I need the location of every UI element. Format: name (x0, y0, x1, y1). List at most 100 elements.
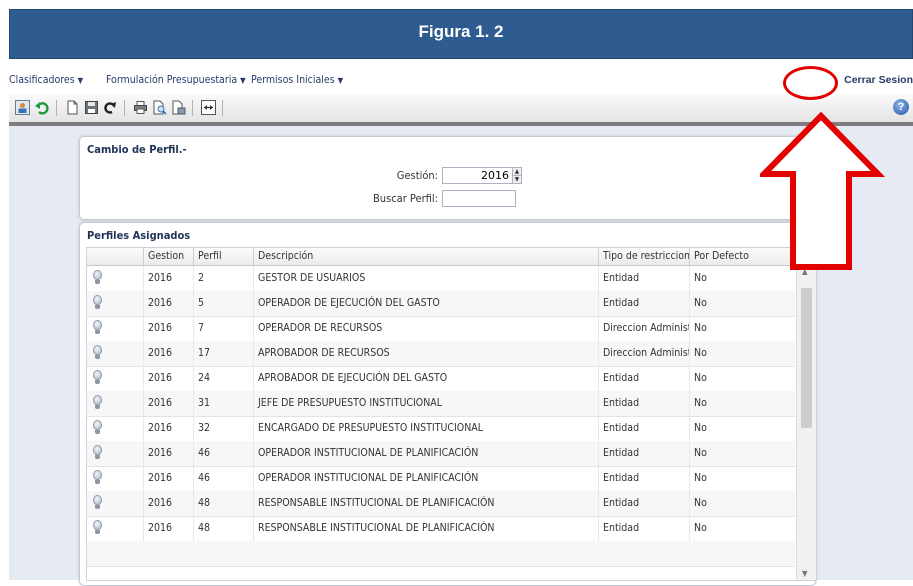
cell-descripcion: RESPONSABLE INSTITUCIONAL DE PLANIFICACI… (253, 516, 598, 541)
header-perfil[interactable]: Perfil (193, 248, 253, 265)
cell-tipo-restriccion: Direccion Administ... (598, 341, 689, 366)
table-row[interactable]: 2016 24 APROBADOR DE EJECUCIÓN DEL GASTO En… (87, 366, 795, 392)
export-icon[interactable] (171, 100, 186, 115)
cell-descripcion: RESPONSABLE INSTITUCIONAL DE PLANIFICACI… (253, 491, 598, 516)
user-profile-icon[interactable] (15, 100, 30, 115)
scroll-down-icon[interactable]: ▼ (802, 569, 808, 578)
cell-tipo-restriccion: Entidad (598, 441, 689, 466)
cell-descripcion: APROBADOR DE RECURSOS (253, 341, 598, 366)
header-tipo-restriccion[interactable]: Tipo de restriccion (598, 248, 690, 265)
search-profile-label: Buscar Perfil: (373, 192, 438, 205)
cell-icon (87, 491, 143, 516)
logout-link[interactable]: Cerrar Sesion (844, 74, 913, 86)
table-row[interactable]: 2016 31 JEFE DE PRESUPUESTO INSTITUCIONAL E… (87, 391, 795, 417)
cell-perfil: 17 (193, 341, 253, 366)
lightbulb-icon[interactable] (93, 495, 102, 509)
lightbulb-icon[interactable] (93, 470, 102, 484)
cell-descripcion: OPERADOR INSTITUCIONAL DE PLANIFICACIÓN (253, 441, 598, 466)
lightbulb-icon[interactable] (93, 445, 102, 459)
cell-perfil: 24 (193, 366, 253, 391)
cell-tipo-restriccion: Entidad (598, 266, 689, 291)
gestion-input[interactable] (442, 167, 514, 184)
cell-icon (87, 441, 143, 466)
menu-bar: Clasificadores ▼ Formulación Presupuestar… (9, 68, 913, 92)
search-profile-input[interactable] (442, 190, 516, 207)
table-row[interactable]: 2016 7 OPERADOR DE RECURSOS Direccion Admin… (87, 316, 795, 342)
table-row[interactable]: 2016 48 RESPONSABLE INSTITUCIONAL DE PLANI… (87, 491, 795, 517)
toolbar-separator (56, 100, 57, 116)
print-preview-icon[interactable] (152, 100, 167, 115)
undo-icon[interactable] (35, 100, 50, 115)
gestion-spinner[interactable]: ▲ ▼ (512, 167, 522, 184)
cell-descripcion: APROBADOR DE EJECUCIÓN DEL GASTO (253, 366, 598, 391)
cell-perfil: 31 (193, 391, 253, 416)
scrollbar-thumb[interactable] (801, 288, 812, 428)
table-row[interactable]: 2016 17 APROBADOR DE RECURSOS Direccion Adm… (87, 341, 795, 367)
toolbar-separator (124, 100, 125, 116)
lightbulb-icon[interactable] (93, 395, 102, 409)
cell-perfil: 46 (193, 466, 253, 491)
toolbar-separator (192, 100, 193, 116)
lightbulb-icon[interactable] (93, 295, 102, 309)
toolbar-separator (222, 100, 223, 116)
spin-up-icon[interactable]: ▲ (513, 168, 521, 175)
cell-icon (87, 416, 143, 441)
assigned-profiles-title: Perfiles Asignados (87, 229, 191, 242)
chevron-down-icon: ▼ (337, 76, 344, 85)
table-row[interactable]: 2016 2 GESTOR DE USUARIOS Entidad No (87, 266, 795, 292)
cell-icon (87, 316, 143, 341)
cell-tipo-restriccion: Entidad (598, 416, 689, 441)
lightbulb-icon[interactable] (93, 270, 102, 284)
chevron-down-icon: ▼ (240, 76, 246, 85)
cell-gestion: 2016 (143, 291, 193, 316)
cell-descripcion: JEFE DE PRESUPUESTO INSTITUCIONAL (253, 391, 598, 416)
cell-perfil: 32 (193, 416, 253, 441)
lightbulb-icon[interactable] (93, 345, 102, 359)
lightbulb-icon[interactable] (93, 370, 102, 384)
table-row[interactable]: 2016 46 OPERADOR INSTITUCIONAL DE PLANIFIC… (87, 466, 795, 492)
cell-gestion: 2016 (143, 466, 193, 491)
cell-gestion: 2016 (143, 491, 193, 516)
lightbulb-icon[interactable] (93, 420, 102, 434)
cell-tipo-restriccion: Entidad (598, 391, 689, 416)
cell-tipo-restriccion: Entidad (598, 466, 689, 491)
cell-perfil: 2 (193, 266, 253, 291)
header-gestion[interactable]: Gestion (143, 248, 193, 265)
cell-tipo-restriccion: Entidad (598, 366, 689, 391)
cell-icon (87, 291, 143, 316)
print-icon[interactable] (133, 100, 148, 115)
refresh-icon[interactable] (103, 100, 118, 115)
new-document-icon[interactable] (65, 100, 80, 115)
grid-vertical-scrollbar[interactable]: ▲ ▼ (796, 265, 816, 580)
figure-banner: Figura 1. 2 (9, 9, 913, 59)
expand-icon[interactable] (201, 100, 216, 115)
table-row-partial (87, 541, 795, 567)
cell-icon (87, 391, 143, 416)
table-row[interactable]: 2016 46 OPERADOR INSTITUCIONAL DE PLANIFIC… (87, 441, 795, 467)
cell-por-defecto: No (689, 441, 795, 466)
spin-down-icon[interactable]: ▼ (513, 175, 521, 183)
header-descripcion[interactable]: Descripción (253, 248, 598, 265)
cell-por-defecto: No (689, 466, 795, 491)
lightbulb-icon[interactable] (93, 520, 102, 534)
cell-por-defecto: No (689, 366, 795, 391)
save-icon[interactable] (84, 100, 99, 115)
table-row[interactable]: 2016 5 OPERADOR DE EJECUCIÓN DEL GASTO Enti… (87, 291, 795, 317)
lightbulb-icon[interactable] (93, 320, 102, 334)
cell-gestion: 2016 (143, 341, 193, 366)
menu-permisos-iniciales[interactable]: Permisos Iniciales ▼ (251, 74, 343, 86)
cell-por-defecto: No (689, 341, 795, 366)
help-icon[interactable]: ? (893, 99, 909, 115)
cell-perfil: 48 (193, 516, 253, 541)
cell-tipo-restriccion: Direccion Administ... (598, 316, 689, 341)
menu-clasificadores[interactable]: Clasificadores ▼ (9, 74, 83, 86)
cell-descripcion: OPERADOR INSTITUCIONAL DE PLANIFICACIÓN (253, 466, 598, 491)
cell-gestion: 2016 (143, 416, 193, 441)
cell-descripcion: OPERADOR DE EJECUCIÓN DEL GASTO (253, 291, 598, 316)
cell-icon (87, 266, 143, 291)
assigned-profiles-panel: Perfiles Asignados Gestion Perfil Descri… (79, 222, 817, 586)
menu-formulacion-presupuestaria[interactable]: Formulación Presupuestaria ▼ (106, 74, 246, 86)
table-row[interactable]: 2016 48 RESPONSABLE INSTITUCIONAL DE PLANI… (87, 516, 795, 542)
cell-perfil: 7 (193, 316, 253, 341)
table-row[interactable]: 2016 32 ENCARGADO DE PRESUPUESTO INSTITUCI… (87, 416, 795, 442)
